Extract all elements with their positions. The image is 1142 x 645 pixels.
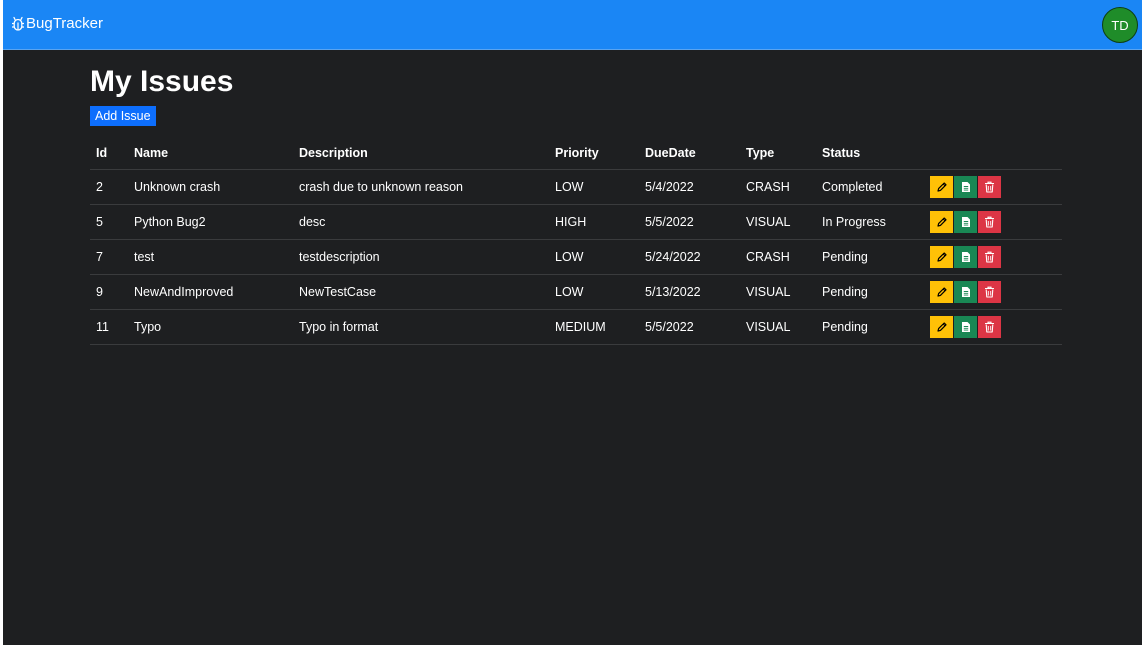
table-row: 7 test testdescription LOW 5/24/2022 CRASH Pen… bbox=[90, 239, 1062, 275]
row-actions bbox=[924, 274, 1062, 310]
cell-priority: HIGH bbox=[549, 204, 639, 240]
column-header-description: Description bbox=[293, 137, 549, 170]
column-header-duedate: DueDate bbox=[639, 137, 740, 170]
edit-issue-button[interactable] bbox=[930, 246, 953, 268]
cell-status: Pending bbox=[816, 309, 924, 345]
brand-name: BugTracker bbox=[26, 15, 103, 32]
trash-icon bbox=[984, 251, 995, 263]
edit-issue-button[interactable] bbox=[930, 281, 953, 303]
column-header-status: Status bbox=[816, 137, 924, 170]
delete-issue-button[interactable] bbox=[978, 211, 1001, 233]
issues-table-body: 2 Unknown crash crash due to unknown reaso… bbox=[90, 169, 1062, 345]
column-header-name: Name bbox=[128, 137, 293, 170]
app-window: BugTracker TD My Issues Add Issue Id Nam… bbox=[3, 0, 1142, 645]
cell-type: VISUAL bbox=[740, 309, 816, 345]
cell-description: Typo in format bbox=[293, 309, 549, 345]
pencil-icon bbox=[936, 251, 948, 263]
document-icon bbox=[961, 286, 971, 298]
table-row: 5 Python Bug2 desc HIGH 5/5/2022 VISUAL In Pro… bbox=[90, 204, 1062, 240]
table-row: 2 Unknown crash crash due to unknown reaso… bbox=[90, 169, 1062, 205]
trash-icon bbox=[984, 321, 995, 333]
column-header-priority: Priority bbox=[549, 137, 639, 170]
document-icon bbox=[961, 251, 971, 263]
cell-name: test bbox=[128, 239, 293, 275]
cell-name: NewAndImproved bbox=[128, 274, 293, 310]
cell-due: 5/4/2022 bbox=[639, 169, 740, 205]
top-navbar: BugTracker TD bbox=[3, 0, 1142, 50]
cell-id: 11 bbox=[90, 309, 128, 345]
trash-icon bbox=[984, 286, 995, 298]
cell-due: 5/13/2022 bbox=[639, 274, 740, 310]
trash-icon bbox=[984, 216, 995, 228]
cell-due: 5/5/2022 bbox=[639, 204, 740, 240]
cell-priority: MEDIUM bbox=[549, 309, 639, 345]
delete-issue-button[interactable] bbox=[978, 281, 1001, 303]
view-issue-button[interactable] bbox=[954, 316, 977, 338]
delete-issue-button[interactable] bbox=[978, 176, 1001, 198]
column-header-actions bbox=[924, 137, 1062, 170]
cell-priority: LOW bbox=[549, 169, 639, 205]
delete-issue-button[interactable] bbox=[978, 246, 1001, 268]
row-actions bbox=[924, 239, 1062, 275]
pencil-icon bbox=[936, 181, 948, 193]
pencil-icon bbox=[936, 286, 948, 298]
cell-status: In Progress bbox=[816, 204, 924, 240]
document-icon bbox=[961, 216, 971, 228]
cell-type: CRASH bbox=[740, 239, 816, 275]
cell-id: 9 bbox=[90, 274, 128, 310]
cell-status: Pending bbox=[816, 239, 924, 275]
cell-description: NewTestCase bbox=[293, 274, 549, 310]
row-actions bbox=[924, 169, 1062, 205]
view-issue-button[interactable] bbox=[954, 246, 977, 268]
row-actions bbox=[924, 309, 1062, 345]
user-avatar[interactable]: TD bbox=[1102, 7, 1138, 43]
view-issue-button[interactable] bbox=[954, 281, 977, 303]
cell-name: Python Bug2 bbox=[128, 204, 293, 240]
cell-status: Completed bbox=[816, 169, 924, 205]
cell-status: Pending bbox=[816, 274, 924, 310]
pencil-icon bbox=[936, 216, 948, 228]
table-row: 9 NewAndImproved NewTestCase LOW 5/13/2022 VI… bbox=[90, 274, 1062, 310]
column-header-type: Type bbox=[740, 137, 816, 170]
table-header-row: Id Name Description Priority DueDate Typ… bbox=[90, 137, 1062, 170]
pencil-icon bbox=[936, 321, 948, 333]
cell-type: VISUAL bbox=[740, 204, 816, 240]
column-header-id: Id bbox=[90, 137, 128, 170]
row-actions bbox=[924, 204, 1062, 240]
table-row: 11 Typo Typo in format MEDIUM 5/5/2022 VISUAL… bbox=[90, 309, 1062, 345]
view-issue-button[interactable] bbox=[954, 211, 977, 233]
add-issue-button[interactable]: Add Issue bbox=[90, 106, 156, 126]
cell-due: 5/24/2022 bbox=[639, 239, 740, 275]
trash-icon bbox=[984, 181, 995, 193]
cell-due: 5/5/2022 bbox=[639, 309, 740, 345]
document-icon bbox=[961, 181, 971, 193]
document-icon bbox=[961, 321, 971, 333]
bug-icon bbox=[11, 16, 26, 32]
cell-priority: LOW bbox=[549, 239, 639, 275]
cell-description: testdescription bbox=[293, 239, 549, 275]
cell-description: crash due to unknown reason bbox=[293, 169, 549, 205]
cell-description: desc bbox=[293, 204, 549, 240]
delete-issue-button[interactable] bbox=[978, 316, 1001, 338]
view-issue-button[interactable] bbox=[954, 176, 977, 198]
cell-priority: LOW bbox=[549, 274, 639, 310]
cell-name: Typo bbox=[128, 309, 293, 345]
cell-id: 7 bbox=[90, 239, 128, 275]
cell-id: 2 bbox=[90, 169, 128, 205]
cell-name: Unknown crash bbox=[128, 169, 293, 205]
edit-issue-button[interactable] bbox=[930, 316, 953, 338]
cell-type: VISUAL bbox=[740, 274, 816, 310]
page-title: My Issues bbox=[90, 65, 234, 98]
issues-table: Id Name Description Priority DueDate Typ… bbox=[90, 137, 1062, 345]
edit-issue-button[interactable] bbox=[930, 211, 953, 233]
cell-type: CRASH bbox=[740, 169, 816, 205]
edit-issue-button[interactable] bbox=[930, 176, 953, 198]
cell-id: 5 bbox=[90, 204, 128, 240]
brand-link[interactable]: BugTracker bbox=[11, 15, 103, 32]
